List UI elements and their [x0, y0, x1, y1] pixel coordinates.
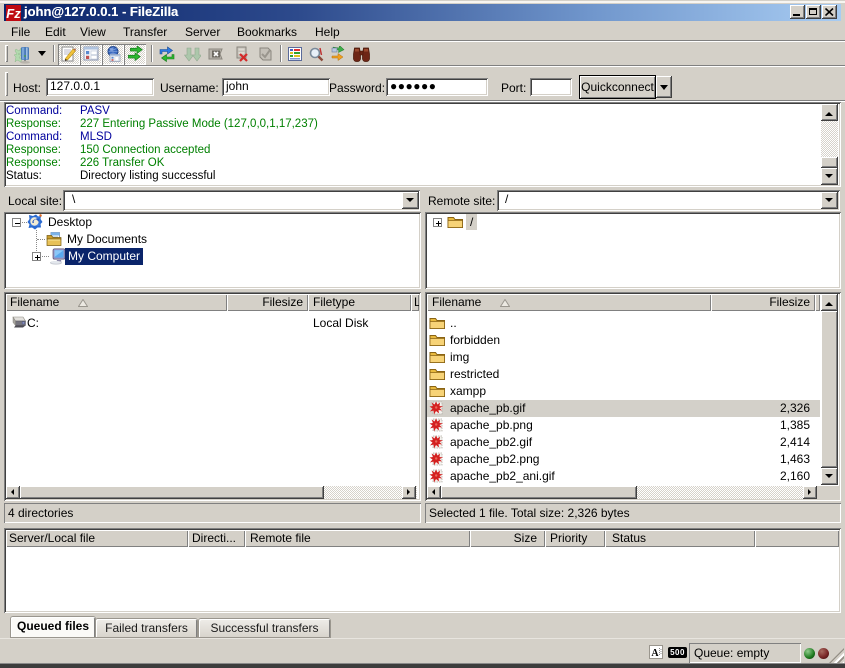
- svg-text:Fz: Fz: [6, 6, 21, 21]
- svg-text:A: A: [651, 648, 659, 658]
